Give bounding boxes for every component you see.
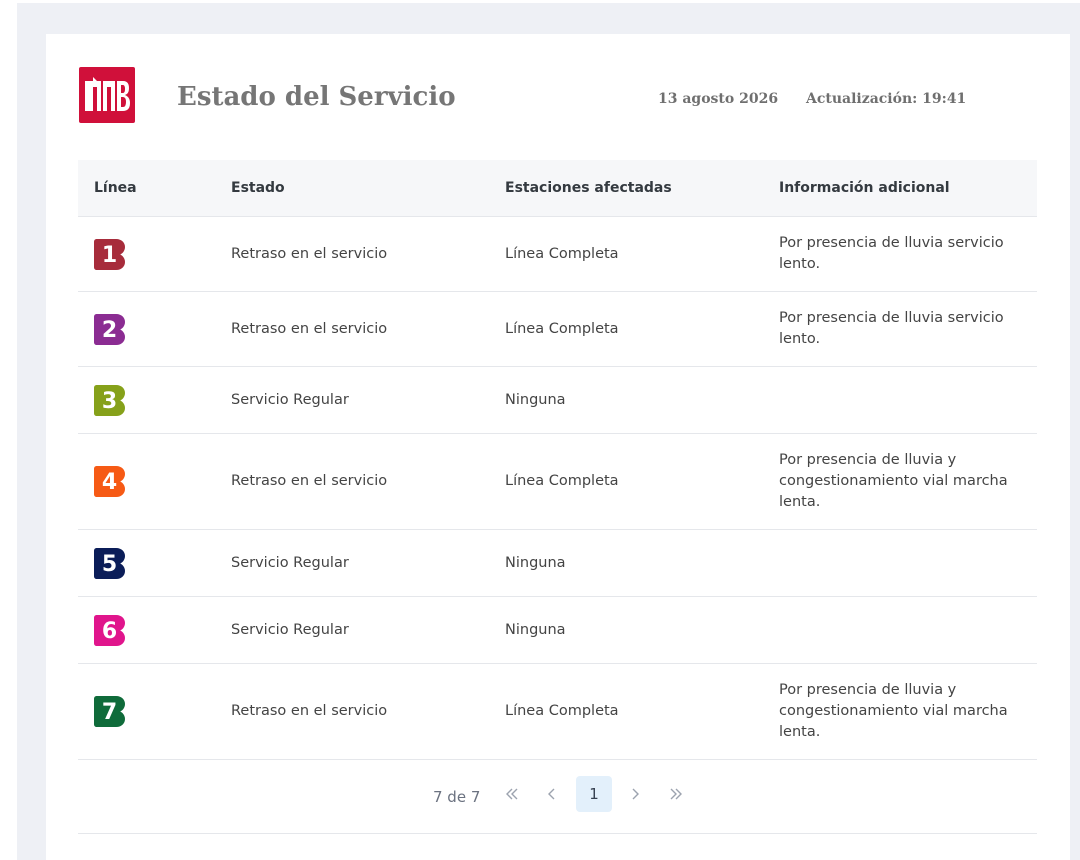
line-cell: 3	[94, 367, 125, 433]
line-number-label: 5	[102, 552, 117, 577]
line-number-label: 4	[102, 470, 117, 495]
info-cell	[779, 597, 1015, 663]
previous-page-icon	[548, 788, 555, 800]
estado-cell: Retraso en el servicio	[231, 473, 388, 489]
info-cell: Por presencia de lluvia y congestionamie…	[779, 682, 1008, 740]
table-row: 5 Servicio Regular Ninguna	[78, 530, 1037, 597]
table-header: Línea Estado Estaciones afectadas Inform…	[78, 160, 1037, 217]
estaciones-cell: Ninguna	[505, 391, 566, 408]
table-row: 3 Servicio Regular Ninguna	[78, 367, 1037, 434]
page-title: Estado del Servicio	[177, 82, 456, 112]
line-number-label: 2	[102, 318, 117, 343]
next-page-button[interactable]	[617, 776, 653, 812]
info-cell: Por presencia de lluvia y congestionamie…	[779, 452, 1008, 510]
estado-cell: Servicio Regular	[231, 391, 349, 408]
line-2-badge-icon: 2	[94, 313, 125, 345]
line-cell: 7	[94, 664, 125, 759]
table-row: 2 Retraso en el servicio Línea Completa …	[78, 292, 1037, 367]
service-status-table: Línea Estado Estaciones afectadas Inform…	[78, 160, 1037, 834]
page-1-button[interactable]: 1	[576, 776, 612, 812]
line-6-badge-icon: 6	[94, 614, 125, 646]
line-number-label: 3	[102, 389, 117, 414]
estado-cell: Servicio Regular	[231, 621, 349, 638]
column-header-estaciones: Estaciones afectadas	[505, 180, 672, 196]
estaciones-cell: Línea Completa	[505, 473, 619, 489]
column-header-estado: Estado	[231, 180, 285, 196]
line-4-badge-icon: 4	[94, 466, 125, 497]
column-header-informacion: Información adicional	[779, 180, 950, 196]
next-page-icon	[632, 788, 639, 800]
estado-cell: Retraso en el servicio	[231, 245, 388, 262]
line-7-badge-icon: 7	[94, 696, 125, 727]
info-cell	[779, 367, 1015, 433]
first-page-icon	[506, 788, 518, 800]
info-cell	[779, 530, 1015, 596]
line-cell: 1	[94, 217, 125, 291]
line-cell: 5	[94, 530, 125, 596]
line-cell: 4	[94, 434, 125, 529]
info-cell: Por presencia de lluvia servicio lento.	[779, 310, 1004, 347]
metrobus-logo	[79, 67, 135, 123]
table-row: 6 Servicio Regular Ninguna	[78, 597, 1037, 664]
last-page-icon	[670, 788, 682, 800]
line-number-label: 7	[102, 700, 117, 725]
pagination-summary: 7 de 7	[433, 788, 481, 806]
first-page-button[interactable]	[494, 776, 530, 812]
table-row: 4 Retraso en el servicio Línea Completa …	[78, 434, 1037, 530]
last-update: Actualización: 19:41	[806, 91, 967, 107]
table-row: 7 Retraso en el servicio Línea Completa …	[78, 664, 1037, 760]
line-cell: 2	[94, 292, 125, 366]
estaciones-cell: Línea Completa	[505, 320, 619, 337]
estaciones-cell: Línea Completa	[505, 245, 619, 262]
line-number-label: 6	[102, 619, 117, 644]
line-cell: 6	[94, 597, 125, 663]
line-5-badge-icon: 5	[94, 547, 125, 579]
previous-page-button[interactable]	[534, 776, 570, 812]
line-1-badge-icon: 1	[94, 238, 125, 270]
estaciones-cell: Ninguna	[505, 621, 566, 638]
pagination: 7 de 7 1	[78, 760, 1037, 834]
table-row: 1 Retraso en el servicio Línea Completa …	[78, 217, 1037, 292]
line-3-badge-icon: 3	[94, 384, 125, 416]
estaciones-cell: Línea Completa	[505, 703, 619, 719]
estado-cell: Servicio Regular	[231, 554, 349, 571]
last-page-button[interactable]	[658, 776, 694, 812]
column-header-linea: Línea	[94, 180, 137, 196]
estado-cell: Retraso en el servicio	[231, 703, 388, 719]
info-cell: Por presencia de lluvia servicio lento.	[779, 235, 1004, 272]
status-date: 13 agosto 2026	[658, 91, 779, 107]
estado-cell: Retraso en el servicio	[231, 320, 388, 337]
line-number-label: 1	[102, 243, 117, 268]
estaciones-cell: Ninguna	[505, 554, 566, 571]
